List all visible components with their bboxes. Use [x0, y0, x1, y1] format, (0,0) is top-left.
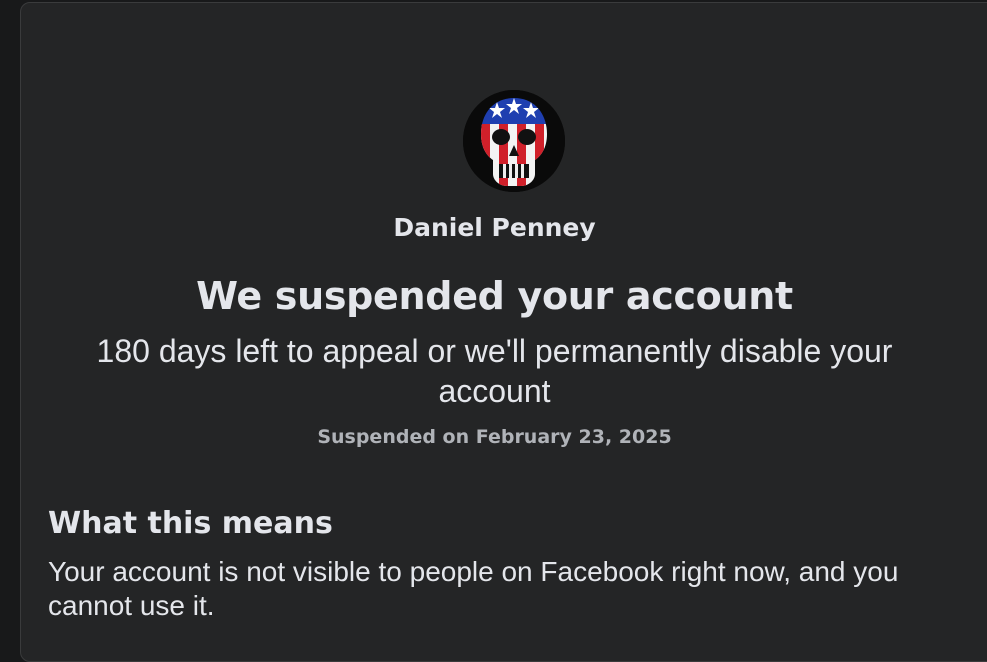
- profile-avatar[interactable]: [463, 90, 565, 192]
- appeal-deadline-text: 180 days left to appeal or we'll permane…: [96, 333, 893, 409]
- section-body: Your account is not visible to people on…: [48, 556, 899, 621]
- section-heading: What this means: [48, 506, 333, 541]
- suspension-card: Daniel Penney We suspended your account …: [20, 2, 987, 662]
- suspension-title: We suspended your account: [196, 274, 793, 318]
- skull-flag-icon: [463, 90, 565, 192]
- suspended-date: Suspended on February 23, 2025: [317, 426, 672, 448]
- profile-name: Daniel Penney: [393, 213, 596, 242]
